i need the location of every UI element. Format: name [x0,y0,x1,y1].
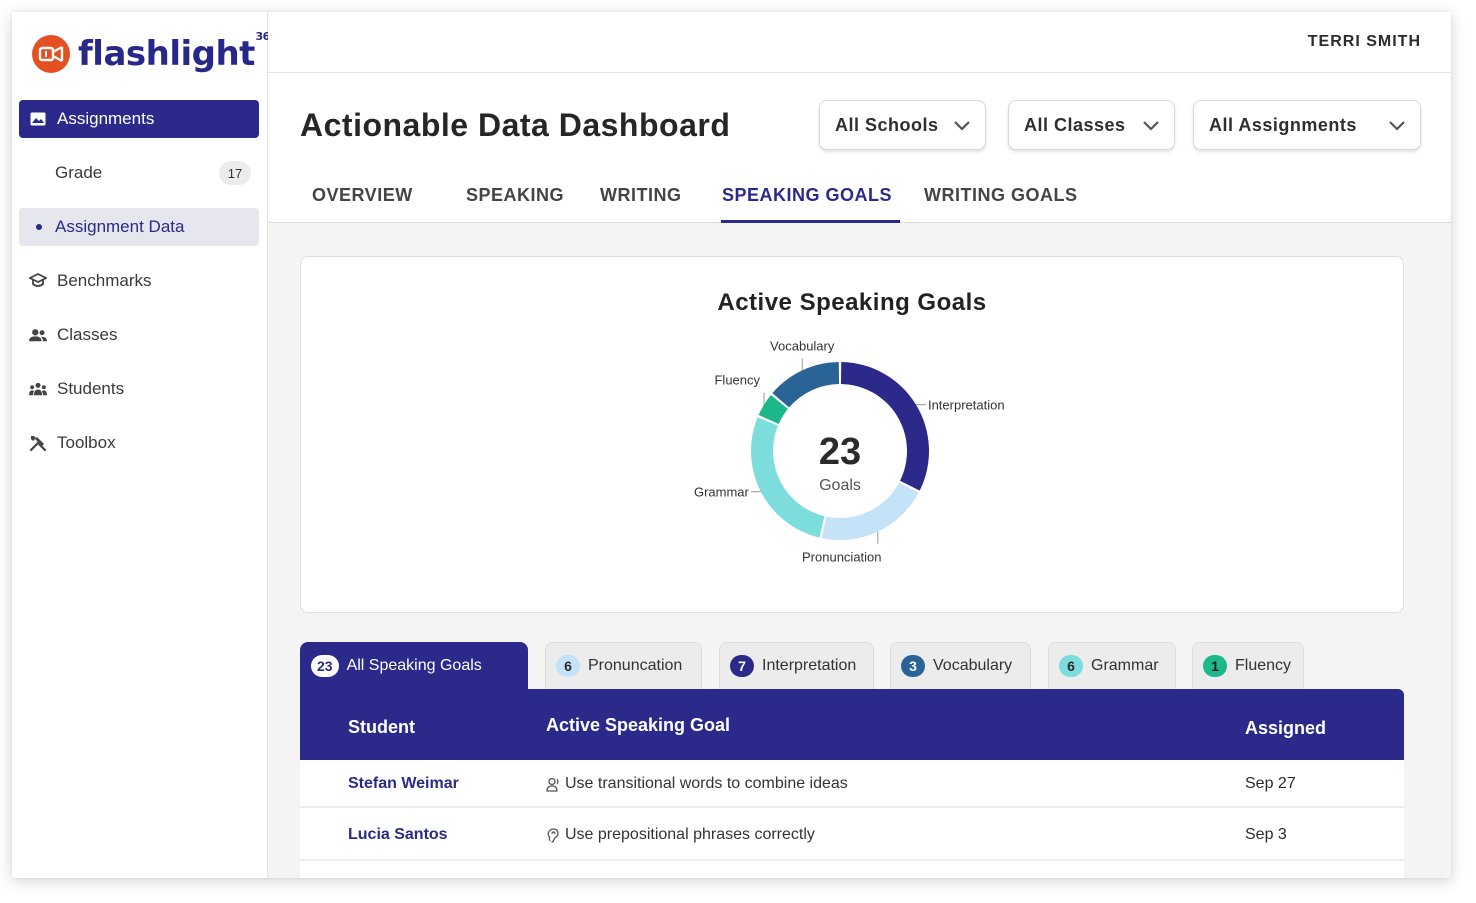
donut-slice-grammar[interactable] [751,417,825,538]
graduation-cap-icon [29,272,47,290]
filter-tab-label: Fluency [1235,657,1292,674]
chevron-down-icon [1389,121,1405,131]
filter-tab-interpretation[interactable]: 7 Interpretation [719,642,874,689]
student-name-link[interactable]: Lucia Santos [348,826,448,844]
donut-label-interpretation: Interpretation [928,398,1005,413]
student-name-link[interactable]: Stefan Weimar [348,775,459,793]
tools-icon [29,434,47,452]
column-header-goal[interactable]: Active Speaking Goal [546,715,730,736]
tab-writing[interactable]: WRITING [600,185,682,223]
brand-label: flashlight [78,34,255,74]
main-content: Active Speaking Goals Interpretation Pron… [268,223,1451,878]
sidebar-item-label: Grade [55,163,103,182]
tab-overview[interactable]: OVERVIEW [312,185,413,223]
filter-tab-grammar[interactable]: 6 Grammar [1048,642,1176,689]
schools-dropdown[interactable]: All Schools [819,100,986,150]
table-row[interactable]: Lucia Santos Use prepositional phrases c… [300,808,1404,861]
person-speaking-icon [546,777,559,792]
sidebar-item-label: Benchmarks [57,271,152,290]
chevron-down-icon [954,121,970,131]
image-icon [29,110,47,128]
sidebar-item-classes[interactable]: Classes [19,316,259,354]
app-window: flashlight 360 Assignments Grade 17 Assi… [12,12,1451,878]
filter-tab-label: Interpretation [762,657,857,674]
filter-count-badge: 6 [556,655,580,677]
brand-name: flashlight 360 [78,30,277,74]
filter-tab-label: Pronuncation [588,657,683,674]
donut-label-grammar: Grammar [694,485,750,500]
user-menu[interactable]: TERRI SMITH [1308,33,1421,51]
sidebar-item-label: Toolbox [57,433,116,452]
column-header-student[interactable]: Student [348,717,415,738]
top-bar: TERRI SMITH [268,12,1451,73]
filter-count-badge: 7 [730,655,754,677]
column-header-assigned[interactable]: Assigned [1245,718,1326,739]
logo[interactable]: flashlight 360 [32,30,277,76]
donut-center-value: 23 [819,431,861,473]
filter-tab-label: All Speaking Goals [346,657,482,674]
classes-dropdown[interactable]: All Classes [1008,100,1175,150]
schools-dropdown-value: All Schools [835,114,939,135]
people-icon [29,326,47,344]
sidebar-item-toolbox[interactable]: Toolbox [19,424,259,462]
assigned-date: Sep 27 [1245,775,1296,792]
filter-tab-all-speaking-goals[interactable]: 23 All Speaking Goals [300,642,528,689]
page-header: Actionable Data Dashboard All Schools Al… [268,73,1451,223]
tab-speaking[interactable]: SPEAKING [466,185,564,223]
filter-tab-fluency[interactable]: 1 Fluency [1192,642,1304,689]
goal-cell: Use prepositional phrases correctly [546,826,815,844]
filter-count-badge: 1 [1203,655,1227,677]
filter-tab-label: Grammar [1091,657,1159,674]
sidebar-item-label: Assignments [57,109,155,128]
selected-dot [36,224,42,230]
filter-count-badge: 23 [311,655,339,677]
tab-speaking-goals[interactable]: SPEAKING GOALS [721,185,901,223]
assignments-dropdown-value: All Assignments [1209,114,1357,135]
assignments-dropdown[interactable]: All Assignments [1193,100,1421,150]
filter-tab-label: Vocabulary [933,657,1013,674]
sidebar-item-benchmarks[interactable]: Benchmarks [19,262,259,300]
assigned-date: Sep 3 [1245,826,1287,843]
goal-text: Use prepositional phrases correctly [565,826,815,843]
filter-count-badge: 3 [901,655,925,677]
sidebar-item-assignment-data[interactable]: Assignment Data [19,208,259,246]
group-icon [29,380,47,398]
sidebar-item-label: Classes [57,325,118,344]
sidebar-item-assignments[interactable]: Assignments [19,100,259,138]
classes-dropdown-value: All Classes [1024,114,1126,135]
speaking-goals-chart-card: Active Speaking Goals Interpretation Pron… [300,256,1404,613]
page-title: Actionable Data Dashboard [300,107,731,143]
sidebar-nav: Assignments Grade 17 Assignment Data Ben… [19,100,259,478]
goal-cell: Use transitional words to combine ideas [546,775,848,793]
filter-tab-pronunciation[interactable]: 6 Pronuncation [545,642,702,689]
goal-text: Use transitional words to combine ideas [565,775,848,792]
filter-count-badge: 6 [1059,655,1083,677]
table-header: Student Active Speaking Goal Assigned [300,689,1404,760]
speaking-goals-table: Student Active Speaking Goal Assigned St… [300,689,1404,878]
donut-label-fluency: Fluency [714,373,760,388]
sidebar-item-label: Assignment Data [55,217,185,236]
donut-label-pronunciation: Pronunciation [802,550,882,565]
table-row[interactable]: Stefan Weimar Use transitional words to … [300,760,1404,808]
chevron-down-icon [1143,121,1159,131]
sidebar: flashlight 360 Assignments Grade 17 Assi… [12,12,277,878]
sidebar-item-label: Students [57,379,125,398]
flashlight-logo-icon [32,35,70,73]
speaking-goals-donut-chart: Interpretation Pronunciation Grammar Fluenc… [694,338,1005,565]
donut-center-label: Goals [819,477,861,494]
table-row[interactable] [300,861,1404,878]
ear-icon [547,827,559,843]
donut-label-vocabulary: Vocabulary [770,338,835,353]
sidebar-item-grade[interactable]: Grade 17 [19,154,259,192]
tab-writing-goals[interactable]: WRITING GOALS [924,185,1078,223]
filter-tab-vocabulary[interactable]: 3 Vocabulary [890,642,1031,689]
donut-slice-vocabulary[interactable] [772,362,840,408]
sidebar-item-students[interactable]: Students [19,370,259,408]
grade-count-badge: 17 [219,161,251,185]
